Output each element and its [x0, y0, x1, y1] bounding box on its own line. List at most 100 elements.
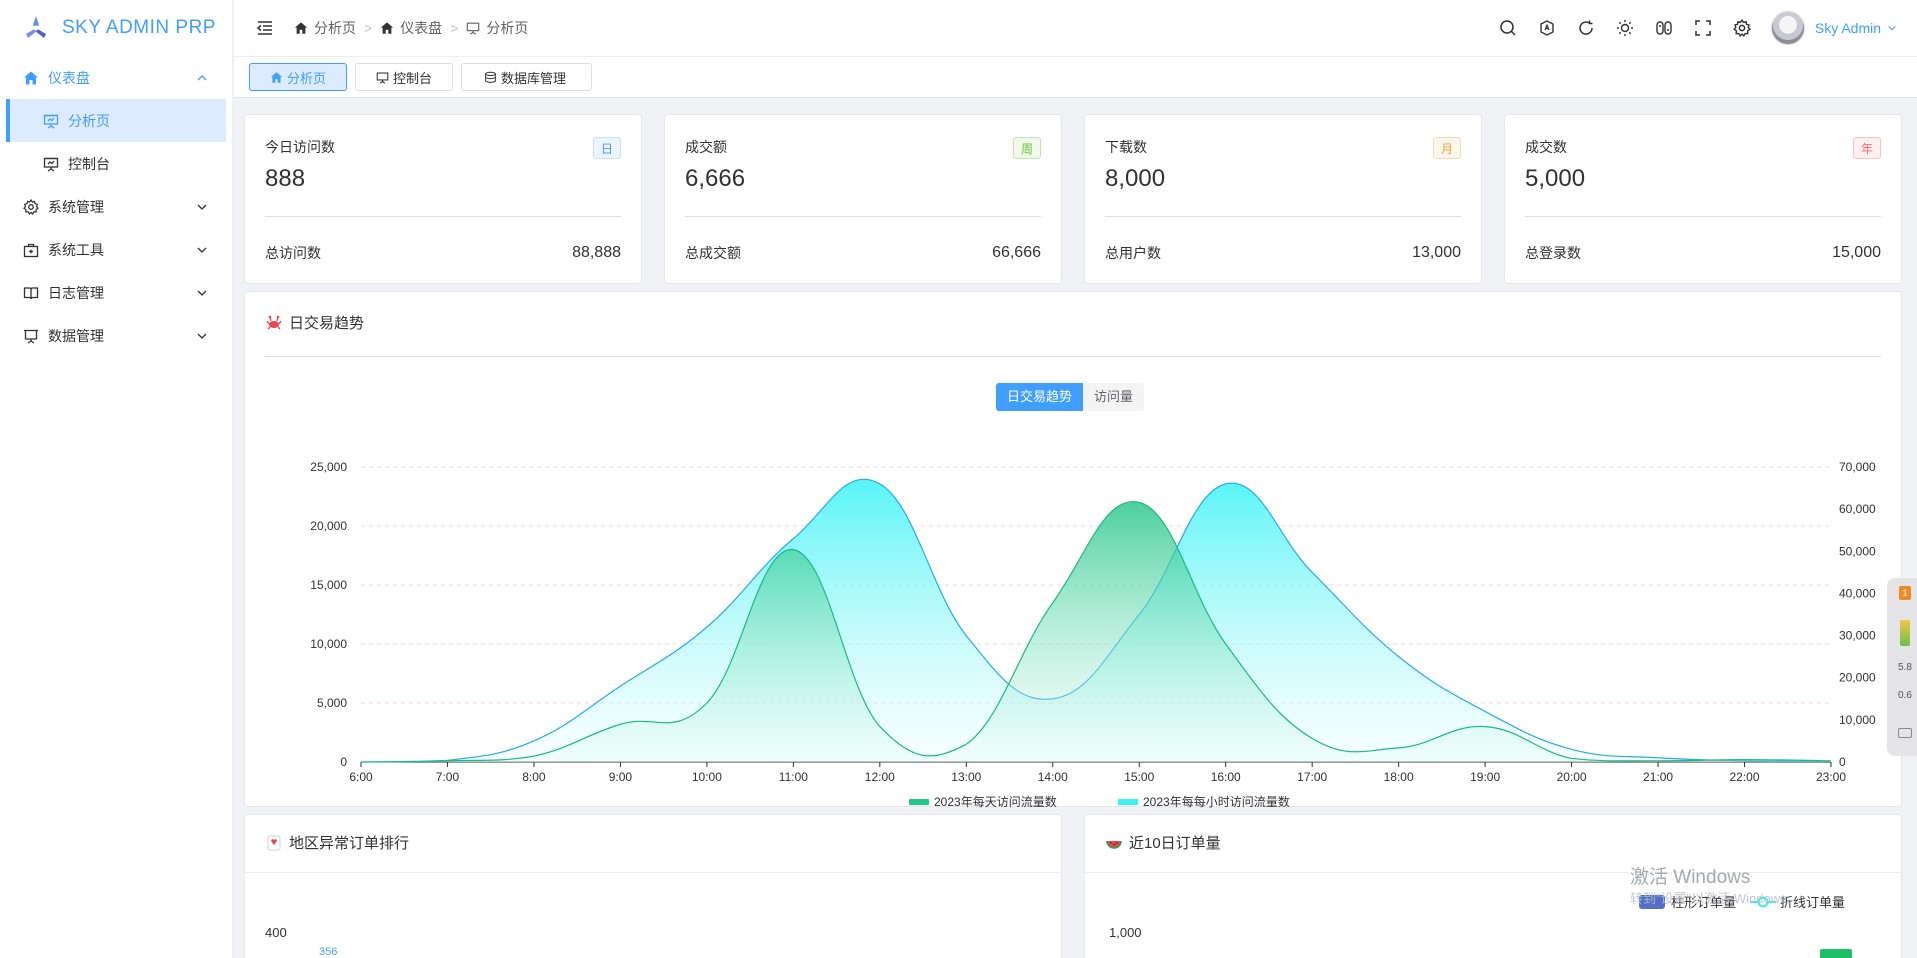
database-icon [485, 71, 496, 83]
settings-gear-icon[interactable] [1731, 17, 1753, 39]
layout-switch-icon[interactable] [1653, 17, 1675, 39]
period-badge: 日 [593, 137, 621, 159]
activation-watermark: 激活 Windows [1630, 867, 1751, 888]
sidebar-item-label: 控制台 [68, 155, 110, 172]
tab-analysis[interactable]: 分析页 [249, 63, 348, 91]
refresh-icon[interactable] [1575, 17, 1597, 39]
floating-side-widget[interactable]: 1 5.8 0.6 [1887, 578, 1917, 756]
app-logo[interactable]: SKY ADMIN PRP [0, 0, 232, 56]
user-menu[interactable]: Sky Admin [1815, 20, 1897, 36]
tabs-bar: 分析页 控制台 数据库管理 [234, 56, 1917, 98]
divider [685, 216, 1041, 217]
divider [1085, 872, 1901, 873]
divider [265, 356, 1881, 357]
sidebar-item-console[interactable]: 控制台 [0, 142, 232, 185]
watermelon-icon [1105, 834, 1123, 852]
battery-icon [1900, 620, 1910, 646]
sun-icon[interactable] [1614, 17, 1636, 39]
gear-icon [22, 198, 40, 216]
x-tick-label: 10:00 [692, 770, 722, 784]
divider [1525, 216, 1881, 217]
y-tick-label-left: 10,000 [310, 637, 347, 651]
stat-foot-value: 88,888 [572, 244, 621, 261]
panel-title: 日交易趋势 [265, 312, 364, 333]
activation-watermark-sub: 转到"设置"以激活 Windows。 [1630, 891, 1800, 906]
tab-label: 控制台 [393, 70, 433, 86]
bar-data-label: 356 [319, 946, 338, 958]
chevron-down-icon [197, 204, 207, 210]
x-tick-label: 21:00 [1643, 770, 1673, 784]
search-icon[interactable] [1497, 17, 1519, 39]
tab-console[interactable]: 控制台 [355, 63, 454, 91]
trend-chart: 0 5,000 10,000 15,000 20,000 25,000 0 10,000 20,… [310, 460, 1876, 808]
x-tick-label: 22:00 [1730, 770, 1760, 784]
x-tick-label: 16:00 [1211, 770, 1241, 784]
y-tick-label-left: 20,000 [310, 519, 347, 533]
avatar[interactable] [1770, 11, 1805, 45]
toolbox-icon [22, 241, 40, 259]
panel-title-text: 地区异常订单排行 [289, 835, 410, 852]
stat-card-deals: 成交数 5,000 年 总登录数 15,000 [1504, 114, 1902, 284]
sidebar-item-analysis[interactable]: 分析页 [6, 99, 226, 142]
breadcrumb: 分析页 > 仪表盘 > 分析页 [294, 18, 528, 38]
stat-card-visits: 今日访问数 888 日 总访问数 88,888 [244, 114, 642, 284]
y-tick-label-right: 50,000 [1839, 544, 1876, 558]
home-icon [381, 22, 394, 34]
breadcrumb-item[interactable]: 分析页 [294, 18, 356, 38]
sidebar-item-data[interactable]: 数据管理 [0, 314, 232, 357]
y-tick-label-left: 0 [340, 755, 347, 769]
stat-foot-label: 总登录数 [1525, 245, 1581, 261]
y-tick-label-right: 40,000 [1839, 586, 1876, 600]
x-tick-label: 19:00 [1470, 770, 1500, 784]
sidebar-item-logs[interactable]: 日志管理 [0, 271, 232, 314]
x-tick-label: 13:00 [951, 770, 981, 784]
y-tick-label-left: 5,000 [317, 696, 347, 710]
chevron-down-icon [197, 247, 207, 253]
chevron-up-icon [197, 74, 207, 80]
language-icon[interactable] [1536, 17, 1558, 39]
breadcrumb-label: 分析页 [486, 20, 529, 36]
stat-foot-value: 66,666 [992, 244, 1041, 261]
panel-title: 近10日订单量 [1105, 832, 1221, 853]
y-tick-label-right: 30,000 [1839, 629, 1876, 643]
top-header: 分析页 > 仪表盘 > 分析页 Sky Admin [234, 0, 1917, 56]
panel-title-text: 近10日订单量 [1129, 835, 1221, 852]
stat-foot-label: 总用户数 [1105, 245, 1161, 261]
divider [245, 872, 1061, 873]
y-tick-label-right: 20,000 [1839, 671, 1876, 685]
stat-value: 8,000 [1105, 165, 1166, 192]
tab-database[interactable]: 数据库管理 [461, 63, 593, 91]
x-tick-label: 6:00 [349, 770, 373, 784]
legend-label: 2023年每每小时访问流量数 [1143, 794, 1290, 808]
home-icon [22, 69, 40, 87]
chevron-down-icon [197, 333, 207, 339]
sidebar-item-dashboard[interactable]: 仪表盘 [0, 56, 232, 99]
book-icon [22, 284, 40, 302]
widget-value: 0.6 [1898, 690, 1912, 701]
x-tick-label: 8:00 [522, 770, 546, 784]
breadcrumb-item: 分析页 [466, 18, 528, 38]
breadcrumb-label: 仪表盘 [400, 20, 443, 36]
legend-swatch [909, 799, 929, 805]
y-tick-label-right: 60,000 [1839, 502, 1876, 516]
sidebar-item-system[interactable]: 系统管理 [0, 185, 232, 228]
stat-title: 成交数 [1525, 139, 1567, 155]
chevron-down-icon [197, 290, 207, 296]
y-tick-label-left: 25,000 [310, 460, 347, 474]
breadcrumb-item[interactable]: 仪表盘 [380, 18, 442, 38]
breadcrumb-label: 分析页 [314, 20, 356, 36]
stat-foot-label: 总访问数 [265, 245, 321, 261]
divider [1105, 216, 1461, 217]
sidebar-item-tools[interactable]: 系统工具 [0, 228, 232, 271]
sidebar: SKY ADMIN PRP 仪表盘 分析页 控制台 系统管理 系统工具 日志管理… [0, 0, 233, 958]
sidebar-item-label: 数据管理 [48, 327, 104, 344]
period-badge: 月 [1433, 137, 1461, 159]
legend-swatch [1118, 799, 1138, 805]
collapse-menu-icon[interactable] [254, 17, 276, 39]
y-tick-label-right: 0 [1839, 755, 1846, 769]
presentation-icon [467, 22, 480, 35]
x-tick-label: 23:00 [1816, 770, 1846, 784]
fullscreen-icon[interactable] [1692, 17, 1714, 39]
app-title: SKY ADMIN PRP [62, 17, 216, 38]
divider [265, 216, 621, 217]
